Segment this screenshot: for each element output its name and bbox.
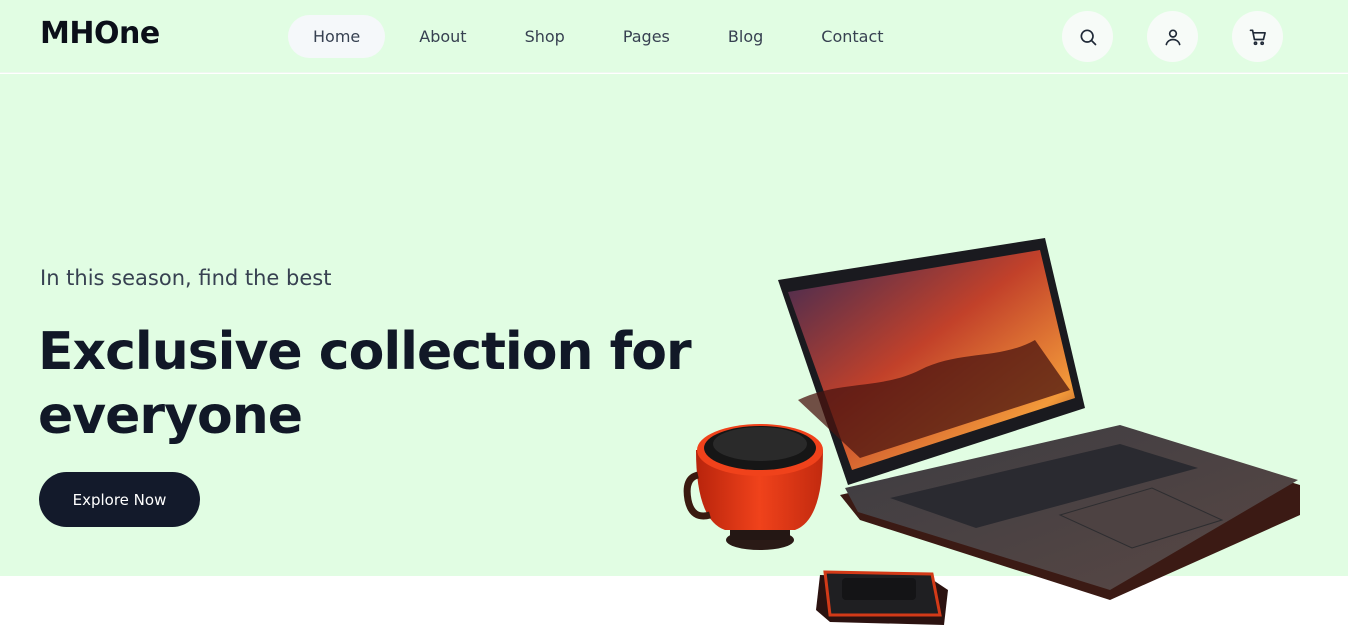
search-icon	[1080, 29, 1096, 45]
nav-item-about[interactable]: About	[395, 15, 490, 58]
hero-headline: Exclusive collection for everyone	[38, 322, 692, 446]
nav-item-pages[interactable]: Pages	[599, 15, 694, 58]
brand-logo[interactable]: MHOne	[40, 16, 160, 51]
account-button[interactable]	[1147, 11, 1198, 62]
user-icon	[1165, 28, 1180, 45]
nav-item-contact[interactable]: Contact	[797, 15, 907, 58]
search-button[interactable]	[1062, 11, 1113, 62]
hero-eyebrow: In this season, find the best	[40, 266, 332, 290]
cart-icon	[1249, 29, 1266, 45]
cart-button[interactable]	[1232, 11, 1283, 62]
main-nav: Home About Shop Pages Blog Contact	[288, 15, 908, 58]
nav-item-home[interactable]: Home	[288, 15, 386, 58]
explore-now-button[interactable]: Explore Now	[39, 472, 200, 527]
nav-item-blog[interactable]: Blog	[704, 15, 787, 58]
site-header: MHOne Home About Shop Pages Blog Contact	[0, 0, 1348, 73]
hero-product-image	[683, 238, 1300, 625]
nav-item-shop[interactable]: Shop	[501, 15, 589, 58]
